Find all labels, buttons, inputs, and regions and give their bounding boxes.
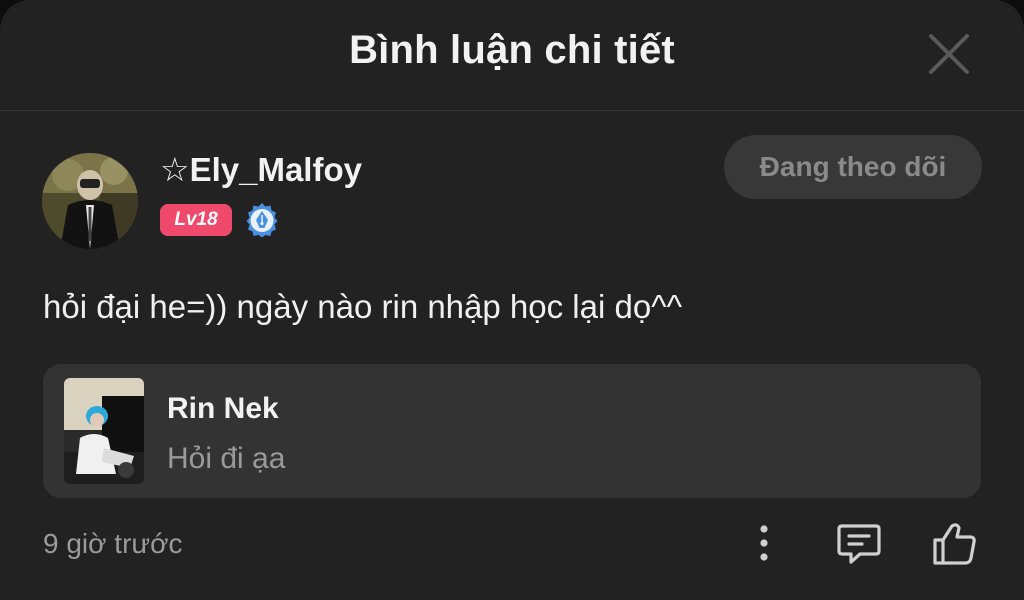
comment-text: hỏi đại he=)) ngày nào rin nhập học lại …	[43, 288, 683, 325]
more-button[interactable]	[744, 520, 784, 568]
more-vertical-icon	[760, 525, 768, 561]
reply-button[interactable]	[834, 518, 884, 568]
quoted-comment[interactable]: Rin Nek Hỏi đi ạa	[43, 364, 981, 498]
close-button[interactable]	[922, 27, 976, 81]
username[interactable]: ☆Ely_Malfoy	[160, 150, 362, 189]
quoted-thumbnail	[64, 378, 144, 484]
following-button[interactable]: Đang theo dõi	[724, 135, 982, 199]
close-icon	[929, 34, 969, 74]
avatar[interactable]	[42, 153, 138, 249]
page-title: Bình luận chi tiết	[349, 28, 675, 72]
avatar-image	[42, 153, 138, 249]
thumbs-up-icon	[933, 523, 976, 565]
like-button[interactable]	[930, 518, 980, 568]
sheet-header: Bình luận chi tiết	[0, 0, 1024, 111]
level-badge: Lv18	[160, 204, 232, 236]
comment-detail-sheet: Bình luận chi tiết ☆Ely_Malfoy Lv18 Đang…	[0, 0, 1024, 600]
timestamp: 9 giờ trước	[43, 528, 183, 559]
quoted-author: Rin Nek	[167, 392, 279, 425]
quoted-text: Hỏi đi ạa	[167, 442, 286, 475]
pen-nib-badge-icon	[244, 202, 280, 238]
reply-comment-icon	[837, 524, 881, 564]
